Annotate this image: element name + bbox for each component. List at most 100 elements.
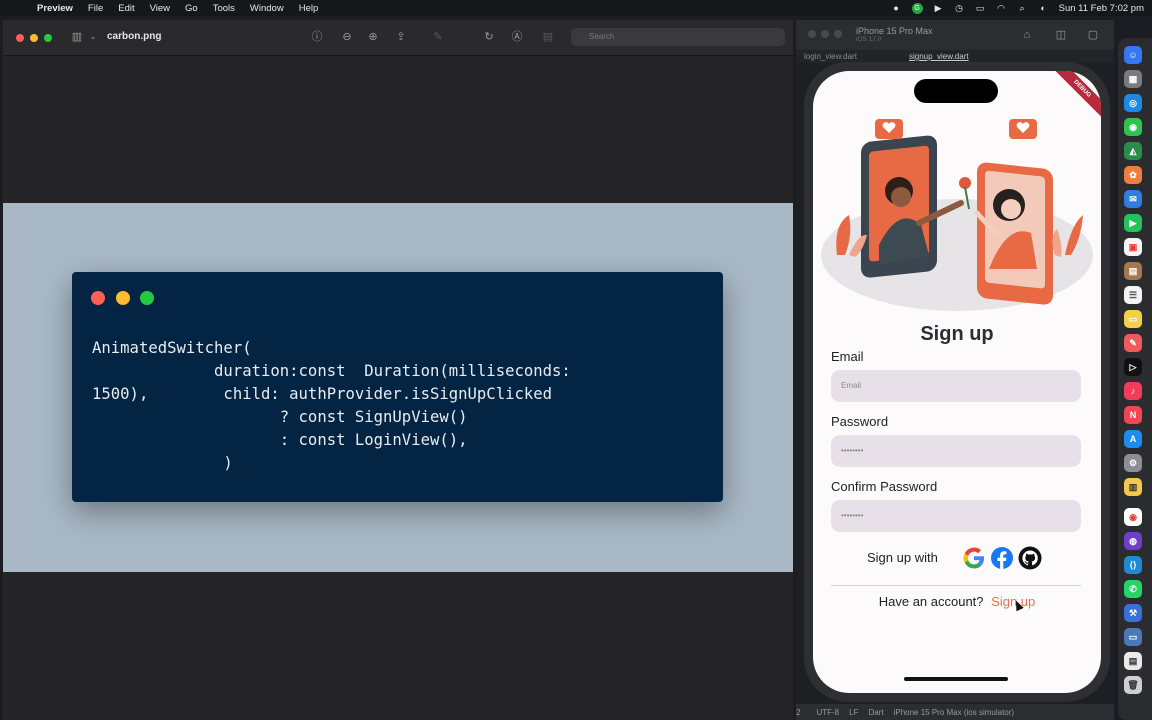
zoom-button[interactable]	[44, 34, 52, 42]
menu-tools[interactable]: Tools	[213, 3, 235, 14]
launchpad-icon[interactable]: ▦	[1124, 70, 1142, 88]
status-line-ending[interactable]: LF	[849, 708, 858, 717]
record-icon[interactable]: ●	[891, 3, 902, 13]
password-field[interactable]: ••••••••	[831, 435, 1081, 467]
calendar-icon[interactable]: ▣	[1124, 238, 1142, 256]
app-screen: DEBUG Sign up Email Email Password •••••…	[813, 71, 1101, 693]
safari-icon[interactable]: ◎	[1124, 94, 1142, 112]
email-label: Email	[831, 349, 864, 364]
search-input[interactable]: Search	[571, 28, 785, 46]
freeform-icon[interactable]: ✎	[1124, 334, 1142, 352]
home-indicator[interactable]	[904, 677, 1008, 681]
github-desktop-icon[interactable]: ◍	[1124, 532, 1142, 550]
image-canvas: AnimatedSwitcher( duration:const Duratio…	[3, 203, 793, 572]
status-device[interactable]: iPhone 15 Pro Max (ios simulator)	[894, 708, 1015, 717]
red-dot-icon	[91, 291, 105, 305]
annotate-icon[interactable]: Ⓐ	[510, 30, 524, 44]
rotate-icon[interactable]: ↻	[482, 30, 496, 44]
xcode-icon[interactable]: ⚒	[1124, 604, 1142, 622]
vscode-icon[interactable]: ⟨⟩	[1124, 556, 1142, 574]
finder-icon[interactable]: ☺	[1124, 46, 1142, 64]
menu-window[interactable]: Window	[250, 3, 284, 14]
preview-toolbar: ▥ ⌄ carbon.png ⓘ ⊖ ⊕ ⇪ ✎ ↻ Ⓐ ▤ Search	[3, 20, 793, 56]
clock-icon[interactable]: ◷	[954, 3, 965, 13]
status-bar: 2 UTF-8 LF Dart iPhone 15 Pro Max (ios s…	[796, 704, 1114, 720]
menubar-datetime[interactable]: Sun 11 Feb 7:02 pm	[1059, 3, 1144, 14]
zoom-out-icon[interactable]: ⊖	[340, 30, 354, 44]
whatsapp-icon[interactable]: ✆	[1124, 580, 1142, 598]
photos-icon[interactable]: ✿	[1124, 166, 1142, 184]
reminders-icon[interactable]: ☰	[1124, 286, 1142, 304]
minimize-button[interactable]	[30, 34, 38, 42]
dynamic-island	[914, 79, 998, 103]
play-icon[interactable]: ▶	[933, 3, 944, 13]
code-line: AnimatedSwitcher(	[92, 339, 252, 357]
signup-illustration	[821, 119, 1093, 311]
device-subtitle: iOS 17.0	[856, 36, 882, 43]
menu-view[interactable]: View	[150, 3, 170, 14]
music-icon[interactable]: ♪	[1124, 382, 1142, 400]
messages-icon[interactable]: ◉	[1124, 118, 1142, 136]
status-language[interactable]: Dart	[868, 708, 883, 717]
zoom-in-icon[interactable]: ⊕	[366, 30, 380, 44]
yellow-dot-icon	[116, 291, 130, 305]
status-line[interactable]: 2	[796, 708, 800, 717]
code-card: AnimatedSwitcher( duration:const Duratio…	[72, 272, 723, 502]
notes-icon[interactable]: ▭	[1124, 310, 1142, 328]
confirm-password-label: Confirm Password	[831, 479, 938, 494]
facebook-icon[interactable]	[990, 546, 1014, 570]
pages-icon[interactable]: ▥	[1124, 478, 1142, 496]
tab-signup-view[interactable]: signup_view.dart	[909, 52, 969, 61]
form-icon[interactable]: ▤	[541, 30, 555, 44]
share-icon[interactable]: ⇪	[394, 30, 408, 44]
battery-icon[interactable]: ▭	[975, 3, 986, 13]
github-icon[interactable]	[1018, 546, 1042, 570]
status-encoding[interactable]: UTF-8	[816, 708, 839, 717]
menu-help[interactable]: Help	[299, 3, 319, 14]
rotate-icon[interactable]: ▢	[1086, 28, 1100, 42]
chevron-down-icon[interactable]: ⌄	[86, 30, 100, 44]
code-line: ? const SignUpView()	[92, 408, 468, 426]
confirm-password-field[interactable]: ••••••••	[831, 500, 1081, 532]
search-icon[interactable]: ⌕	[1017, 3, 1028, 13]
close-button[interactable]	[16, 34, 24, 42]
close-button[interactable]	[808, 30, 816, 38]
menu-edit[interactable]: Edit	[118, 3, 134, 14]
simulator-titlebar: iPhone 15 Pro Max iOS 17.0 ⌂ ◫ ▢	[796, 20, 1114, 50]
downloads-icon[interactable]: ▤	[1124, 652, 1142, 670]
sidebar-icon[interactable]: ▥	[70, 30, 84, 44]
email-field[interactable]: Email	[831, 370, 1081, 402]
markup-icon[interactable]: ✎	[431, 30, 445, 44]
grammarly-icon[interactable]: G	[911, 2, 923, 14]
code-line: 1500), child: authProvider.isSignUpClick…	[92, 385, 553, 403]
menu-file[interactable]: File	[88, 3, 103, 14]
menu-app-name[interactable]: Preview	[37, 3, 73, 14]
screenshot-icon[interactable]: ◫	[1054, 28, 1068, 42]
tv-icon[interactable]: ▷	[1124, 358, 1142, 376]
tab-login-view[interactable]: login_view.dart	[804, 52, 857, 61]
code-line: )	[92, 454, 233, 472]
preview-window: ▥ ⌄ carbon.png ⓘ ⊖ ⊕ ⇪ ✎ ↻ Ⓐ ▤ Search An…	[3, 20, 793, 720]
zoom-button[interactable]	[834, 30, 842, 38]
control-center-icon[interactable]: ◐	[1038, 3, 1049, 13]
minimize-button[interactable]	[821, 30, 829, 38]
settings-icon[interactable]: ⚙	[1124, 454, 1142, 472]
contacts-icon[interactable]: ▤	[1124, 262, 1142, 280]
facetime-icon[interactable]: ▶	[1124, 214, 1142, 232]
green-dot-icon	[140, 291, 154, 305]
mail-icon[interactable]: ✉	[1124, 190, 1142, 208]
app-store-icon[interactable]: A	[1124, 430, 1142, 448]
google-icon[interactable]	[962, 546, 986, 570]
dock: ☺ ▦ ◎ ◉ ◭ ✿ ✉ ▶ ▣ ▤ ☰ ▭ ✎ ▷ ♪ N A ⚙ ▥ ◉ …	[1118, 38, 1152, 720]
simulator-icon[interactable]: ▭	[1124, 628, 1142, 646]
wifi-icon[interactable]: ◠	[996, 3, 1007, 13]
maps-icon[interactable]: ◭	[1124, 142, 1142, 160]
trash-icon[interactable]: 🗑	[1124, 676, 1142, 694]
code-line: duration:const Duration(milliseconds:	[92, 362, 571, 380]
home-icon[interactable]: ⌂	[1020, 28, 1034, 42]
menu-go[interactable]: Go	[185, 3, 198, 14]
info-icon[interactable]: ⓘ	[310, 30, 324, 44]
chrome-icon[interactable]: ◉	[1124, 508, 1142, 526]
news-icon[interactable]: N	[1124, 406, 1142, 424]
device-title: iPhone 15 Pro Max	[856, 26, 933, 36]
